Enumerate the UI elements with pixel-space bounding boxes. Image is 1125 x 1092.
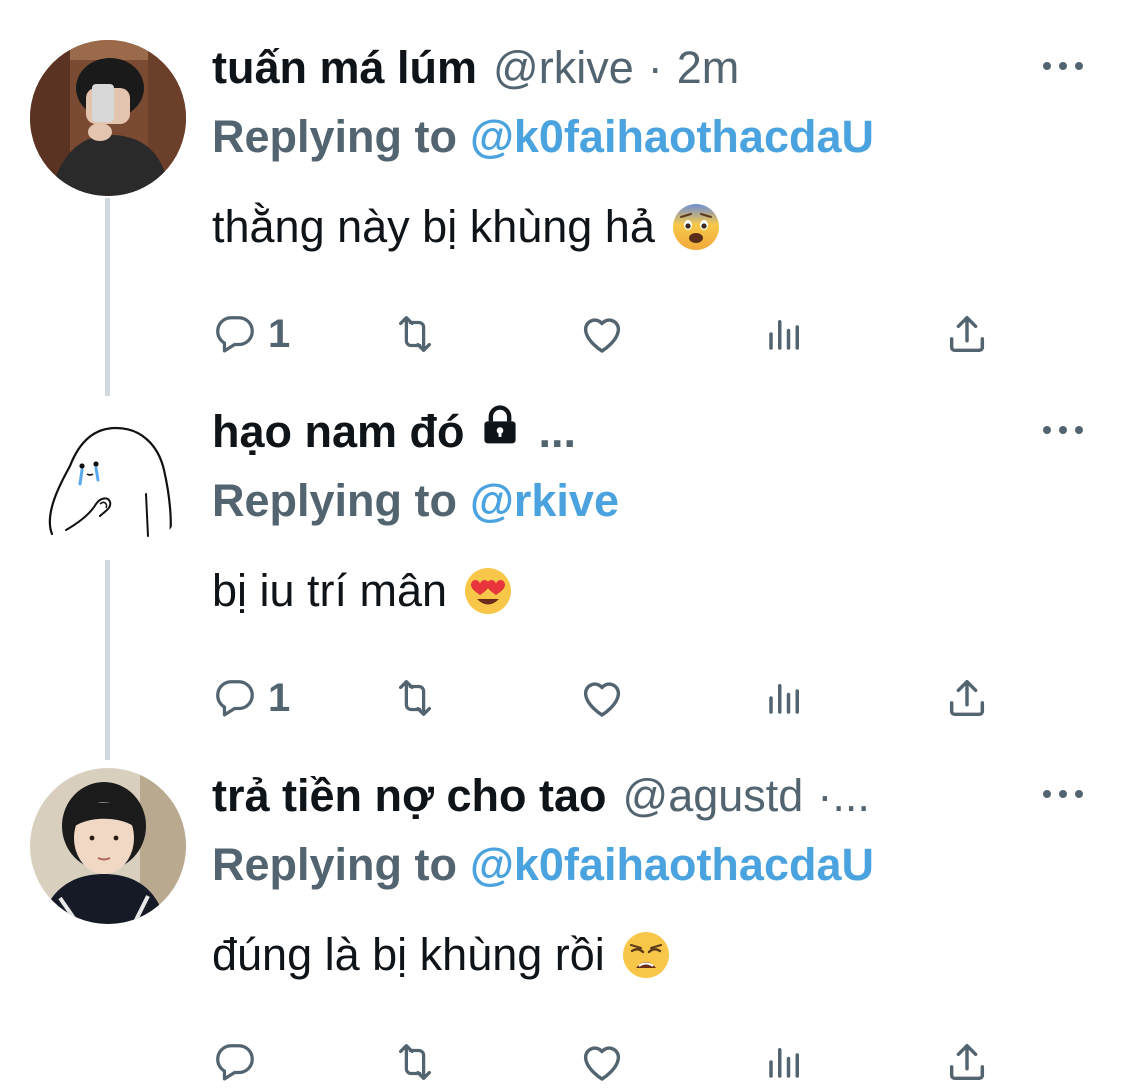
truncation: ·... [817,770,870,821]
like-icon [578,674,626,722]
tweet[interactable]: hạo nam đó ... Replying to @rkive bị iu t… [0,400,1125,730]
like-button[interactable] [578,306,626,362]
like-icon [578,310,626,358]
share-button[interactable] [944,1034,990,1090]
retweet-button[interactable] [390,1034,440,1090]
like-button[interactable] [578,670,626,726]
replying-to-label: Replying to [212,111,457,162]
user-handle[interactable]: @rkive [493,36,634,100]
reply-count: 1 [268,675,291,720]
crying-ghost-drawing [30,404,186,560]
tweet[interactable]: tuấn má lúm @rkive · 2m Replying to @k0fa… [0,36,1125,366]
views-button[interactable] [764,670,806,726]
display-name[interactable]: tuấn má lúm [212,36,477,100]
reply-button[interactable]: 1 [212,306,290,362]
like-icon [578,1038,626,1086]
replying-to: Replying to @rkive [212,470,619,532]
portrait-photo [30,768,186,924]
avatar[interactable] [30,404,186,560]
more-icon[interactable] [1043,418,1083,442]
reply-mention-link[interactable]: @k0faihaothacdaU [470,839,874,890]
separator-dot: · [647,42,663,93]
heart-eyes-emoji [465,568,512,614]
views-icon [764,1040,806,1084]
name-truncation: ... [538,406,577,457]
fearful-face-emoji [672,204,719,250]
share-icon [944,311,990,357]
display-name[interactable]: hạo nam đó [212,400,465,464]
share-button[interactable] [944,670,990,726]
retweet-icon [390,1039,440,1085]
share-icon [944,1039,990,1085]
tweet-header: tuấn má lúm @rkive · 2m [212,36,1045,100]
reply-icon [212,1039,258,1085]
retweet-button[interactable] [390,670,440,726]
retweet-button[interactable] [390,306,440,362]
timestamp[interactable]: 2m [677,36,740,100]
more-icon[interactable] [1043,54,1083,78]
mirror-selfie-photo [30,40,186,196]
replying-to: Replying to @k0faihaothacdaU [212,106,874,168]
reply-count: 1 [268,311,291,356]
tweet-body: thằng này bị khùng hả [212,201,655,252]
replying-to-label: Replying to [212,475,457,526]
tweet-actions: 1 [212,306,1012,362]
more-icon[interactable] [1043,782,1083,806]
tweet-actions [212,1034,1012,1090]
reply-button[interactable] [212,1034,268,1090]
user-handle[interactable]: @agustd [623,764,804,828]
tweet-actions: 1 [212,670,1012,726]
retweet-icon [390,311,440,357]
tweet-body: bị iu trí mân [212,565,448,616]
reply-icon [212,311,258,357]
avatar[interactable] [30,768,186,924]
share-button[interactable] [944,306,990,362]
tweet-text: thằng này bị khùng hả [212,196,721,258]
like-button[interactable] [578,1034,626,1090]
tweet-text: đúng là bị khùng rồi [212,924,671,986]
reply-button[interactable]: 1 [212,670,290,726]
replying-to: Replying to @k0faihaothacdaU [212,834,874,896]
lock-icon [477,400,523,464]
views-icon [764,676,806,720]
views-icon [764,312,806,356]
views-button[interactable] [764,306,806,362]
tweet[interactable]: trả tiền nợ cho tao @agustd ·... Replyin… [0,764,1125,1092]
retweet-icon [390,675,440,721]
share-icon [944,675,990,721]
weary-face-emoji [622,932,669,978]
reply-icon [212,675,258,721]
tweet-body: đúng là bị khùng rồi [212,929,605,980]
tweet-text: bị iu trí mân [212,560,513,622]
reply-mention-link[interactable]: @rkive [470,475,619,526]
views-button[interactable] [764,1034,806,1090]
avatar[interactable] [30,40,186,196]
tweet-header: trả tiền nợ cho tao @agustd ·... [212,764,1045,828]
reply-mention-link[interactable]: @k0faihaothacdaU [470,111,874,162]
replying-to-label: Replying to [212,839,457,890]
tweet-header: hạo nam đó ... [212,400,1045,464]
display-name[interactable]: trả tiền nợ cho tao [212,764,607,828]
